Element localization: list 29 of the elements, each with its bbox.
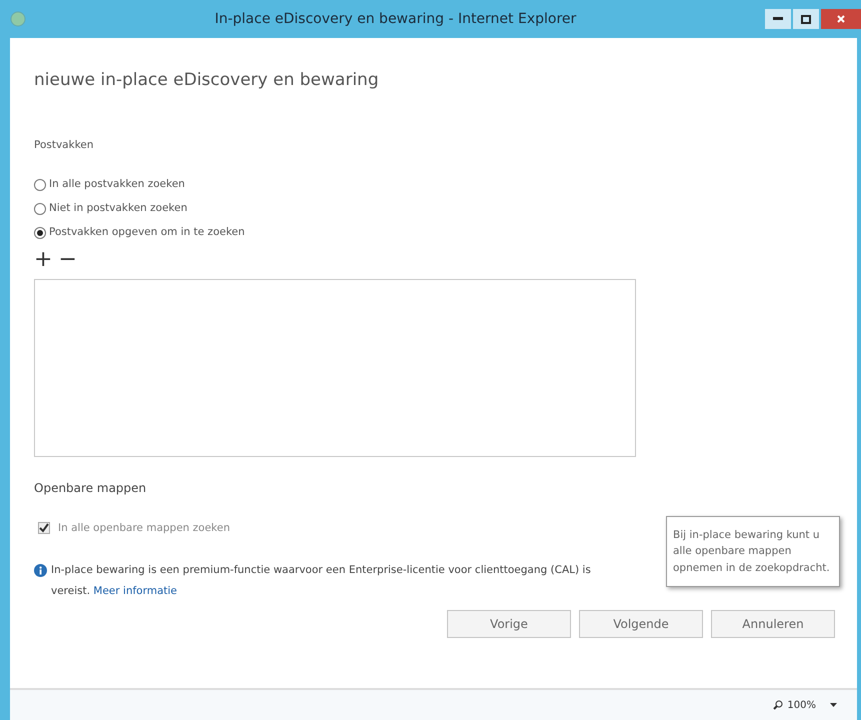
- tooltip: Bij in-place bewaring kunt u alle openbare mappen opnemen in de zoekopdracht.: [666, 516, 840, 587]
- radio-button[interactable]: [34, 179, 46, 192]
- section-label: Postvakken: [34, 138, 95, 152]
- remove-button[interactable]: −: [58, 248, 83, 270]
- dialog-button[interactable]: Vorige: [447, 610, 571, 638]
- dialog-button[interactable]: Annuleren: [711, 610, 835, 638]
- section-label: Openbare mappen: [34, 480, 148, 496]
- more-info-link[interactable]: Meer informatie: [93, 585, 178, 598]
- maximize-button[interactable]: [793, 9, 819, 29]
- zoom-level[interactable]: 100%: [773, 698, 816, 712]
- minimize-icon: [773, 17, 783, 21]
- maximize-icon: [801, 14, 811, 24]
- radio-option[interactable]: Postvakken opgeven om in te zoeken: [34, 224, 833, 240]
- close-icon: [837, 15, 845, 23]
- window-title: In-place eDiscovery en bewaring - Internet Explorer: [214, 10, 578, 28]
- info-text: In-place bewaring is een premium-functie waarvoor een Enterprise-licentie voor clienttoegang (CAL) is vereist. Meer informatie: [51, 563, 592, 600]
- radio-button[interactable]: [34, 202, 46, 215]
- add-button[interactable]: +: [34, 248, 58, 270]
- radio-option[interactable]: Niet in postvakken zoeken: [34, 201, 833, 217]
- dialog-button[interactable]: Volgende: [579, 610, 703, 638]
- dropdown-caret-icon[interactable]: [830, 703, 837, 707]
- browser-icon: [10, 11, 26, 27]
- close-button[interactable]: [821, 9, 861, 29]
- minimize-button[interactable]: [765, 9, 791, 29]
- magnifier-icon: [773, 700, 784, 710]
- page-heading: nieuwe in-place eDiscovery en bewaring: [34, 69, 380, 92]
- info-icon: [34, 564, 47, 578]
- radio-button[interactable]: [34, 226, 46, 239]
- radio-option[interactable]: In alle postvakken zoeken: [34, 177, 833, 193]
